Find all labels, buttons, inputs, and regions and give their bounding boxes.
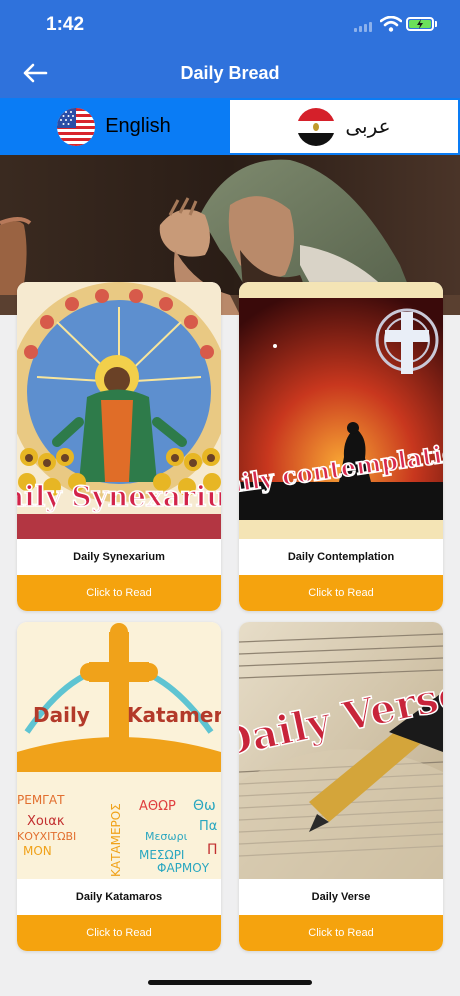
card-title: Daily Contemplation	[287, 551, 395, 563]
status-time: 1:42	[46, 14, 85, 35]
card-daily-katamaros[interactable]: Daily Katamer ΡΕΜΓΑΤ Χοιακ ΚΟΥΧΙΤΩΒΙ ΜΟΝ…	[17, 622, 221, 951]
home-indicator	[148, 980, 312, 985]
svg-text:ΑΘΩΡ: ΑΘΩΡ	[139, 799, 176, 814]
cellular-signal-icon	[354, 22, 372, 32]
svg-text:Θω: Θω	[193, 798, 216, 814]
click-to-read-button[interactable]: Click to Read	[17, 575, 221, 611]
tab-arabic[interactable]: عربى	[228, 98, 460, 155]
card-title: Daily Verse	[311, 891, 371, 903]
card-title: Daily Synexarium	[73, 551, 165, 563]
card-daily-contemplation[interactable]: Daily contemplation Daily Contemplation …	[239, 282, 443, 611]
katamaros-art-word-2: Katamer	[127, 703, 221, 727]
us-flag-icon	[57, 107, 96, 146]
svg-text:Μεσωρι: Μεσωρι	[145, 830, 188, 843]
egypt-flag-icon	[297, 107, 336, 146]
svg-text:ΦΑΡΜΟΥ: ΦΑΡΜΟΥ	[157, 861, 210, 875]
svg-text:ΚΑΤΑΜΕΡΟΣ: ΚΑΤΑΜΕΡΟΣ	[109, 803, 123, 877]
click-to-read-button[interactable]: Click to Read	[239, 575, 443, 611]
katamaros-art-word-1: Daily	[33, 703, 90, 727]
click-to-read-button[interactable]: Click to Read	[17, 915, 221, 951]
click-to-read-button[interactable]: Click to Read	[239, 915, 443, 951]
svg-text:ΜΟΝ: ΜΟΝ	[23, 844, 52, 858]
contemplation-icon-image: Daily contemplation	[239, 282, 443, 539]
status-bar: 1:42	[0, 0, 460, 50]
battery-nub	[435, 21, 437, 27]
app-header: 1:42 Daily Bread	[0, 0, 460, 98]
battery-icon	[406, 17, 434, 31]
tab-english[interactable]: English	[0, 98, 228, 155]
language-selector: English عربى	[0, 98, 460, 155]
page-title: Daily Bread	[180, 63, 280, 83]
svg-text:Π: Π	[207, 842, 218, 858]
card-daily-synexarium[interactable]: Daily Synexarium Daily Synexarium Click …	[17, 282, 221, 611]
svg-text:ΡΕΜΓΑΤ: ΡΕΜΓΑΤ	[17, 793, 65, 807]
svg-text:ΚΟΥΧΙΤΩΒΙ: ΚΟΥΧΙΤΩΒΙ	[17, 830, 76, 843]
verse-icon-image: Daily Verse	[239, 622, 443, 879]
svg-text:Πα: Πα	[199, 819, 217, 834]
wifi-icon	[380, 16, 402, 32]
katamaros-icon-image: Daily Katamer ΡΕΜΓΑΤ Χοιακ ΚΟΥΧΙΤΩΒΙ ΜΟΝ…	[17, 622, 221, 879]
svg-text:Χοιακ: Χοιακ	[27, 814, 65, 829]
synexarium-art-text: Daily Synexarium	[17, 480, 221, 513]
synexarium-icon-image: Daily Synexarium	[17, 282, 221, 539]
card-daily-verse[interactable]: Daily Verse Daily Verse Click to Read	[239, 622, 443, 951]
tab-english-label: English	[105, 115, 171, 137]
tab-arabic-label: عربى	[345, 116, 391, 138]
svg-text:ΜΕΣΩΡΙ: ΜΕΣΩΡΙ	[139, 848, 184, 862]
card-title: Daily Katamaros	[75, 891, 163, 903]
